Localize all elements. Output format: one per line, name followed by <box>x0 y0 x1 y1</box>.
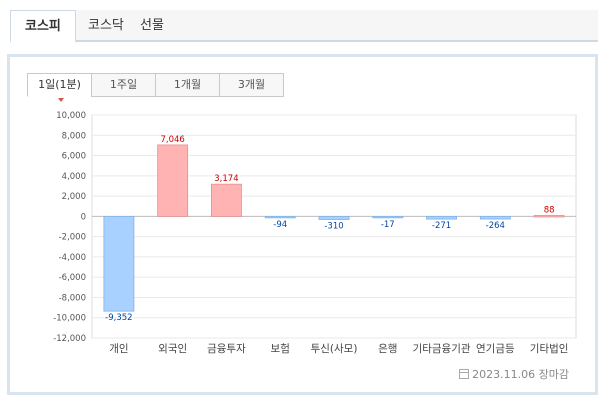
y-tick-label: 2,000 <box>62 192 86 202</box>
bar <box>426 215 457 220</box>
y-tick-label: -6,000 <box>59 273 86 283</box>
bar <box>157 144 189 217</box>
x-tick-label: 금융투자 <box>207 343 246 355</box>
y-tick-label: -12,000 <box>53 334 86 344</box>
x-tick-label: 기타법인 <box>530 343 569 355</box>
data-label: -264 <box>486 221 505 231</box>
market-close-note: 2023.11.06 장마감 <box>459 366 569 382</box>
bar <box>318 215 350 220</box>
bar <box>264 215 296 219</box>
y-tick-label: 6,000 <box>62 152 86 162</box>
calendar-icon <box>459 369 470 379</box>
y-tick-label: -8,000 <box>59 293 86 303</box>
data-label: -271 <box>432 221 451 231</box>
y-tick-label: -10,000 <box>53 314 86 324</box>
y-tick-label: -4,000 <box>59 253 86 263</box>
x-tick-label: 외국인 <box>158 343 187 355</box>
market-tabs: 코스피 코스닥 선물 <box>10 10 598 43</box>
investor-bar-chart: 10,000 8,000 6,000 4,000 2,000 0 -2,000 -4,000 -… <box>53 111 577 355</box>
y-tick-label: 4,000 <box>62 172 86 182</box>
y-tick-label: 8,000 <box>62 131 86 141</box>
x-tick-label: 은행 <box>378 343 397 355</box>
bar <box>372 215 404 219</box>
data-label: 88 <box>544 205 555 215</box>
x-tick-label: 연기금등 <box>476 343 515 355</box>
y-tick-label: 0 <box>81 212 86 222</box>
tab-kospi[interactable]: 코스피 <box>10 10 76 43</box>
bar <box>211 183 242 217</box>
y-tick-label: -2,000 <box>59 233 86 243</box>
data-label: -9,352 <box>105 313 132 323</box>
tab-kosdaq[interactable]: 코스닥 <box>88 10 124 42</box>
market-close-date: 2023.11.06 장마감 <box>472 368 569 381</box>
x-tick-label: 개인 <box>109 343 128 355</box>
data-label: -310 <box>324 222 343 232</box>
investor-trend-panel: 1일(1분) 1주일 1개월 3개월 10,000 8,000 6,000 4,000… <box>7 54 598 395</box>
y-tick-label: 10,000 <box>56 111 86 121</box>
tab-futures[interactable]: 선물 <box>140 10 164 42</box>
x-tick-label: 투신(사모) <box>311 343 358 355</box>
x-tick-label: 보험 <box>271 343 290 355</box>
data-label: -94 <box>273 220 287 230</box>
data-label: 7,046 <box>160 135 184 145</box>
bar <box>103 215 135 312</box>
data-label: -17 <box>381 220 395 230</box>
x-tick-label: 기타금융기관 <box>413 343 471 355</box>
data-label: 3,174 <box>214 174 238 184</box>
bar <box>533 215 565 218</box>
bar <box>479 215 511 220</box>
